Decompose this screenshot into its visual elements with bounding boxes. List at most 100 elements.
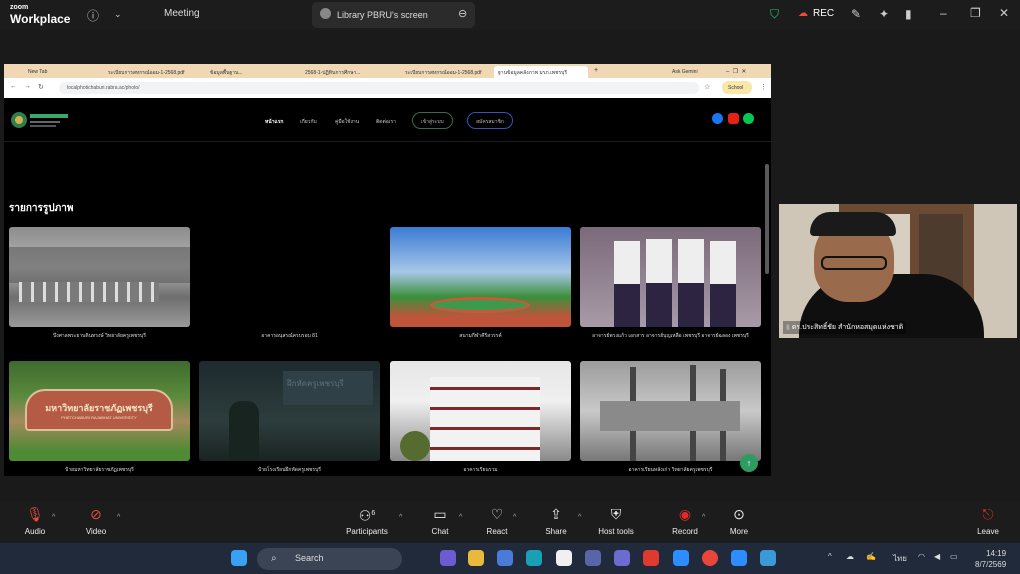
login-button[interactable]: เข้าสู่ระบบ bbox=[412, 112, 453, 129]
close-button[interactable]: ✕ bbox=[999, 6, 1009, 20]
clock-time: 14:19 bbox=[986, 549, 1007, 558]
photo-thumbnail[interactable]: ฝึกหัดครูเพชรบุรี bbox=[199, 361, 380, 461]
rec-indicator[interactable]: REC bbox=[813, 8, 834, 19]
chevron-down-icon[interactable]: ⌄ bbox=[114, 9, 122, 20]
input-icon[interactable]: ✍ bbox=[866, 552, 876, 561]
language-indicator[interactable]: ไทย bbox=[893, 552, 907, 565]
new-tab-button[interactable]: + bbox=[592, 66, 604, 78]
participant-name-text: ดร.ประสิทธิ์ชัย สำนักหอสมุดแห่งชาติ bbox=[791, 324, 904, 331]
file-explorer-icon[interactable] bbox=[468, 550, 484, 566]
tray-chevron-icon[interactable]: ^ bbox=[828, 552, 832, 561]
layout-icon[interactable]: ▮ bbox=[905, 7, 912, 21]
scroll-top-button[interactable]: ↑ bbox=[740, 454, 758, 472]
photo-card[interactable]: มหาวิทยาลัยราชภัฏเพชรบุรี PHETCHABURI RA… bbox=[9, 361, 190, 474]
url-input[interactable]: localphotichaburi.rabra.ac/photo/ bbox=[59, 82, 699, 94]
zoom-taskbar-icon[interactable] bbox=[673, 550, 689, 566]
site-logo[interactable] bbox=[10, 110, 72, 130]
photo-card[interactable]: อาจารย์พวงแก้ว เอกสาร อาจารย์บุญเหลือ เพ… bbox=[580, 227, 761, 340]
photo-thumbnail[interactable] bbox=[390, 361, 571, 461]
photo-thumbnail[interactable] bbox=[390, 227, 571, 327]
sparkle-icon[interactable]: ✦ bbox=[879, 7, 889, 21]
windows-start-icon[interactable] bbox=[231, 550, 247, 566]
audio-caret-icon[interactable]: ^ bbox=[52, 514, 55, 521]
nav-about[interactable]: เกี่ยวกับ bbox=[300, 118, 317, 126]
audio-label: Audio bbox=[24, 527, 46, 536]
line-icon[interactable] bbox=[743, 113, 754, 124]
teams-icon[interactable] bbox=[585, 550, 601, 566]
photo-card[interactable]: ฝึกหัดครูเพชรบุรี ป้ายโรงเรียนฝึกหัดครูเ… bbox=[199, 361, 380, 474]
copilot-icon[interactable] bbox=[440, 550, 456, 566]
photo-thumbnail[interactable] bbox=[580, 361, 761, 461]
video-caret-icon[interactable]: ^ bbox=[117, 514, 120, 521]
share-button[interactable]: ⇪ Share bbox=[526, 505, 586, 536]
search-label: Search bbox=[295, 553, 324, 563]
photo-thumbnail[interactable] bbox=[9, 227, 190, 327]
photo-card[interactable]: สนามกีฬาคีรีสวรรค์ bbox=[390, 227, 571, 340]
screen-share-tab[interactable]: Library PBRU's screen ⊖ bbox=[312, 2, 475, 28]
app-icon[interactable] bbox=[614, 550, 630, 566]
zoom-meeting-icon[interactable] bbox=[731, 550, 747, 566]
store-icon[interactable] bbox=[556, 550, 572, 566]
reload-icon[interactable]: ↻ bbox=[38, 83, 44, 91]
record-caret-icon[interactable]: ^ bbox=[702, 514, 705, 521]
photo-card[interactable]: อาคารอนุสรณ์ครบรอบ 81 bbox=[199, 227, 380, 340]
photo-card[interactable]: อาคารเรียนรวม bbox=[390, 361, 571, 474]
volume-icon[interactable]: ◀ bbox=[934, 552, 940, 561]
bookmark-star-icon[interactable]: ☆ bbox=[704, 83, 710, 91]
browser-tab-active[interactable]: ฐานข้อมูลคลังภาพ มรภ.เพชรบุรี bbox=[494, 66, 588, 78]
restore-button[interactable]: ❐ bbox=[970, 6, 981, 20]
app-l-icon[interactable] bbox=[643, 550, 659, 566]
chat-caret-icon[interactable]: ^ bbox=[459, 514, 462, 521]
browser-tab[interactable]: 2568-1-ปฏิทินการศึกษา... bbox=[301, 66, 397, 78]
browser-tab[interactable]: ข้อมูลพื้นฐาน... bbox=[206, 66, 298, 78]
wifi-icon[interactable]: ◠ bbox=[918, 552, 925, 561]
photo-thumbnail[interactable] bbox=[199, 227, 380, 327]
nav-home[interactable]: หน้าแรก bbox=[265, 118, 283, 126]
host-tools-button[interactable]: ⛨ Host tools bbox=[586, 505, 646, 536]
react-caret-icon[interactable]: ^ bbox=[513, 514, 516, 521]
more-label: More bbox=[729, 527, 749, 536]
record-button[interactable]: ◉ Record bbox=[655, 505, 715, 536]
minimize-button[interactable]: – bbox=[940, 6, 947, 20]
photo-thumbnail[interactable] bbox=[580, 227, 761, 327]
window-controls[interactable]: – ❐ ✕ bbox=[722, 66, 762, 78]
meeting-label[interactable]: Meeting bbox=[164, 8, 200, 19]
ask-gemini-button[interactable]: Ask Gemini bbox=[668, 66, 716, 78]
browser-tab[interactable]: New Tab bbox=[24, 66, 102, 78]
browser-tab[interactable]: ระเบียบการสหกรณ์ออม-1-2568.pdf bbox=[104, 66, 204, 78]
photo-card[interactable]: บึงศาลพระยาบดินทรงษ์ วิทยาลัยครูเพชรบุรี bbox=[9, 227, 190, 340]
info-icon[interactable]: ⓘ bbox=[87, 7, 99, 24]
page-scrollbar[interactable] bbox=[765, 164, 769, 274]
browser-tab[interactable]: ระเบียบการสหกรณ์ออม-1-2568.pdf bbox=[401, 66, 493, 78]
nav-manual[interactable]: คู่มือใช้งาน bbox=[335, 118, 359, 126]
react-button[interactable]: ♡ React bbox=[467, 505, 527, 536]
nav-contact[interactable]: ติดต่อเรา bbox=[376, 118, 396, 126]
mail-icon[interactable] bbox=[497, 550, 513, 566]
audio-button[interactable]: 🎙 Audio bbox=[5, 505, 65, 536]
menu-icon[interactable]: ⋮ bbox=[760, 83, 767, 91]
clock[interactable]: 14:19 8/7/2569 bbox=[975, 548, 1006, 570]
more-button[interactable]: ⊙ More bbox=[709, 505, 769, 536]
participant-video[interactable]: ▮ ดร.ประสิทธิ์ชัย สำนักหอสมุดแห่งชาติ bbox=[779, 204, 1017, 338]
pin-icon[interactable]: ✎ bbox=[851, 7, 861, 21]
register-button[interactable]: สมัครสมาชิก bbox=[467, 112, 513, 129]
profile-school-button[interactable]: School bbox=[722, 81, 752, 94]
photo-card[interactable]: อาคารเรียนหลังเก่า วิทยาลัยครูเพชรบุรี bbox=[580, 361, 761, 474]
taskbar-search[interactable]: ⌕ Search bbox=[257, 548, 402, 570]
snipping-icon[interactable] bbox=[760, 550, 776, 566]
share-caret-icon[interactable]: ^ bbox=[578, 514, 581, 521]
leave-button[interactable]: ⎋ Leave bbox=[958, 505, 1018, 536]
edge-icon[interactable] bbox=[526, 550, 542, 566]
battery-icon[interactable]: ▭ bbox=[950, 552, 958, 561]
more-options-icon[interactable]: ⊖ bbox=[458, 7, 467, 20]
back-icon[interactable]: ← bbox=[10, 83, 17, 90]
onedrive-icon[interactable]: ☁ bbox=[846, 552, 854, 561]
participants-caret-icon[interactable]: ^ bbox=[399, 514, 402, 521]
facebook-icon[interactable] bbox=[712, 113, 723, 124]
forward-icon[interactable]: → bbox=[24, 83, 31, 90]
participants-button[interactable]: ⚇6 Participants bbox=[337, 505, 397, 536]
shield-icon[interactable]: ⛉ bbox=[770, 7, 779, 22]
chrome-icon[interactable] bbox=[702, 550, 718, 566]
photo-thumbnail[interactable]: มหาวิทยาลัยราชภัฏเพชรบุรี PHETCHABURI RA… bbox=[9, 361, 190, 461]
youtube-icon[interactable] bbox=[728, 113, 739, 124]
